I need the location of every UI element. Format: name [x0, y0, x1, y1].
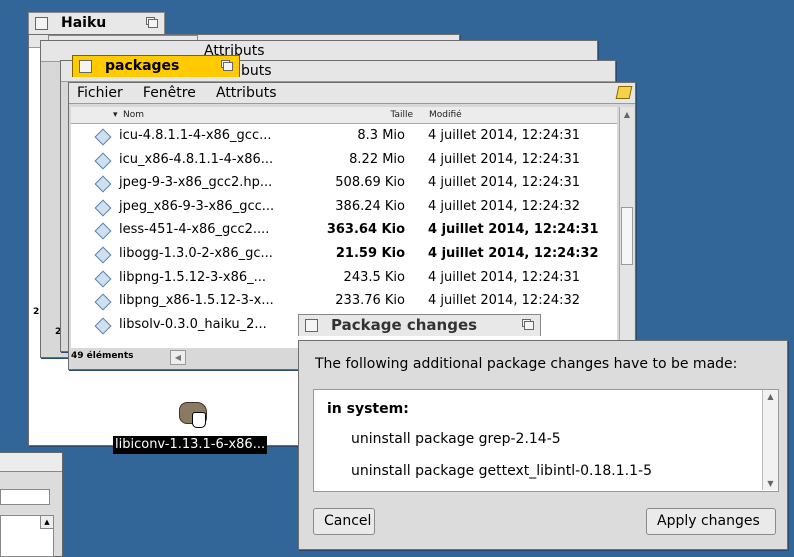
- package-file-icon: [94, 175, 112, 193]
- package-name: libpng-1.5.12-3-x86_...: [119, 269, 267, 285]
- dialog-message: The following additional package changes…: [315, 356, 738, 372]
- package-name: libsolv-0.3.0_haiku_2...: [119, 316, 267, 332]
- package-file-icon: [94, 270, 112, 288]
- package-file-icon: [94, 128, 112, 146]
- package-name: libogg-1.3.0-2-x86_gc...: [119, 246, 273, 261]
- close-icon[interactable]: [35, 17, 48, 30]
- package-size: 243.5 Kio: [343, 269, 405, 285]
- close-icon[interactable]: [305, 319, 318, 332]
- zoom-icon[interactable]: [221, 60, 233, 71]
- package-modified: 4 juillet 2014, 12:24:31: [428, 269, 581, 285]
- package-row[interactable]: libpng_x86-1.5.12-3-x... 233.76 Kio 4 juil…: [71, 289, 617, 313]
- partial-scrollbar[interactable]: ▲: [40, 515, 54, 529]
- column-name[interactable]: Nom: [123, 107, 144, 123]
- column-headers: ▾ Nom Taille Modifié: [71, 107, 617, 124]
- package-file-icon: [94, 317, 112, 335]
- package-row[interactable]: icu-4.8.1.1-4-x86_gcc... 8.3 Mio 4 juillet…: [71, 124, 617, 148]
- package-size: 386.24 Kio: [335, 198, 405, 214]
- package-file-icon: [94, 222, 112, 240]
- scroll-up-arrow[interactable]: ▲: [763, 392, 778, 401]
- package-size: 21.59 Kio: [335, 246, 405, 261]
- package-name: libpng_x86-1.5.12-3-x...: [119, 293, 274, 309]
- column-modified[interactable]: Modifié: [429, 107, 462, 123]
- partial-text-field[interactable]: [0, 489, 50, 505]
- package-size: 233.76 Kio: [335, 293, 405, 309]
- item-count: 49 éléments: [71, 351, 134, 361]
- zoom-icon[interactable]: [522, 319, 534, 330]
- window-title: Haiku: [61, 15, 107, 31]
- package-size: 508.69 Kio: [335, 175, 405, 191]
- package-modified: 4 juillet 2014, 12:24:31: [428, 128, 581, 143]
- package-file-icon: [94, 152, 112, 170]
- package-name: jpeg_x86-9-3-x86_gcc...: [119, 198, 275, 214]
- package-modified: 4 juillet 2014, 12:24:32: [428, 293, 581, 309]
- menu-attributs[interactable]: Attributs: [208, 83, 285, 103]
- vertical-scrollbar[interactable]: ▲: [619, 107, 634, 348]
- tracker-icon[interactable]: [615, 86, 633, 99]
- scroll-thumb[interactable]: [621, 207, 633, 265]
- packages-window-tab[interactable]: packages: [72, 55, 240, 77]
- package-modified: 4 juillet 2014, 12:24:32: [428, 198, 581, 214]
- column-size[interactable]: Taille: [371, 107, 413, 123]
- haiku-window-tab[interactable]: Haiku: [28, 12, 165, 34]
- partial-window-bottom-left: ▲: [0, 452, 63, 557]
- window-title: packages: [105, 58, 180, 74]
- package-changes-dialog: The following additional package changes…: [298, 340, 788, 550]
- package-modified: 4 juillet 2014, 12:24:31: [428, 151, 581, 167]
- package-size: 8.22 Mio: [349, 151, 405, 167]
- sort-descending-icon: ▾: [113, 110, 118, 120]
- menubar: Fichier Fenêtre Attributs: [69, 83, 635, 104]
- scroll-down-arrow[interactable]: ▼: [763, 479, 778, 488]
- dialog-title: Package changes: [331, 316, 478, 334]
- package-modified: 4 juillet 2014, 12:24:31: [428, 222, 599, 238]
- package-name: icu_x86-4.8.1.1-4-x86...: [119, 151, 274, 167]
- changes-scrollbar[interactable]: ▲ ▼: [762, 390, 778, 490]
- package-name: jpeg-9-3-x86_gcc2.hp...: [119, 175, 273, 191]
- changes-box: in system: uninstall package grep-2.14-5…: [313, 389, 779, 492]
- package-name: less-451-4-x86_gcc2....: [119, 222, 270, 238]
- package-file-icon: [94, 293, 112, 311]
- change-item: uninstall package gettext_libintl-0.18.1…: [351, 463, 652, 479]
- package-size: 363.64 Kio: [326, 222, 405, 238]
- package-size: 8.3 Mio: [357, 128, 405, 143]
- package-row[interactable]: jpeg_x86-9-3-x86_gcc... 386.24 Kio 4 juill…: [71, 195, 617, 219]
- zoom-icon[interactable]: [146, 17, 158, 28]
- menu-fenetre[interactable]: Fenêtre: [135, 83, 204, 103]
- package-modified: 4 juillet 2014, 12:24:32: [428, 246, 599, 261]
- change-item: uninstall package grep-2.14-5: [351, 431, 561, 447]
- changes-section-heading: in system:: [327, 401, 409, 417]
- hand-cursor-icon: [192, 412, 206, 428]
- package-row[interactable]: libpng-1.5.12-3-x86_... 243.5 Kio 4 juille…: [71, 266, 617, 290]
- horizontal-scrollbar[interactable]: ◀: [170, 350, 186, 365]
- package-changes-tab[interactable]: Package changes: [298, 314, 541, 336]
- package-modified: 4 juillet 2014, 12:24:31: [428, 175, 581, 191]
- package-name: icu-4.8.1.1-4-x86_gcc...: [119, 128, 272, 143]
- package-row[interactable]: libogg-1.3.0-2-x86_gc... 21.59 Kio 4 juill…: [71, 242, 617, 266]
- apply-changes-button[interactable]: Apply changes: [646, 508, 776, 535]
- side-digit: 2: [33, 307, 40, 317]
- scroll-up-arrow[interactable]: ▲: [620, 108, 634, 122]
- package-file-icon: [94, 246, 112, 264]
- package-row[interactable]: jpeg-9-3-x86_gcc2.hp... 508.69 Kio 4 juill…: [71, 171, 617, 195]
- package-row[interactable]: icu_x86-4.8.1.1-4-x86... 8.22 Mio 4 juille…: [71, 148, 617, 172]
- menu-fichier[interactable]: Fichier: [69, 83, 131, 103]
- desktop-icon-label: libiconv-1.13.1-6-x86...: [113, 436, 268, 454]
- desktop-package-icon[interactable]: [176, 398, 210, 428]
- package-file-icon: [94, 199, 112, 217]
- close-icon[interactable]: [79, 60, 92, 73]
- package-row[interactable]: less-451-4-x86_gcc2.... 363.64 Kio 4 juill…: [71, 218, 617, 242]
- cancel-button[interactable]: Cancel: [313, 508, 375, 535]
